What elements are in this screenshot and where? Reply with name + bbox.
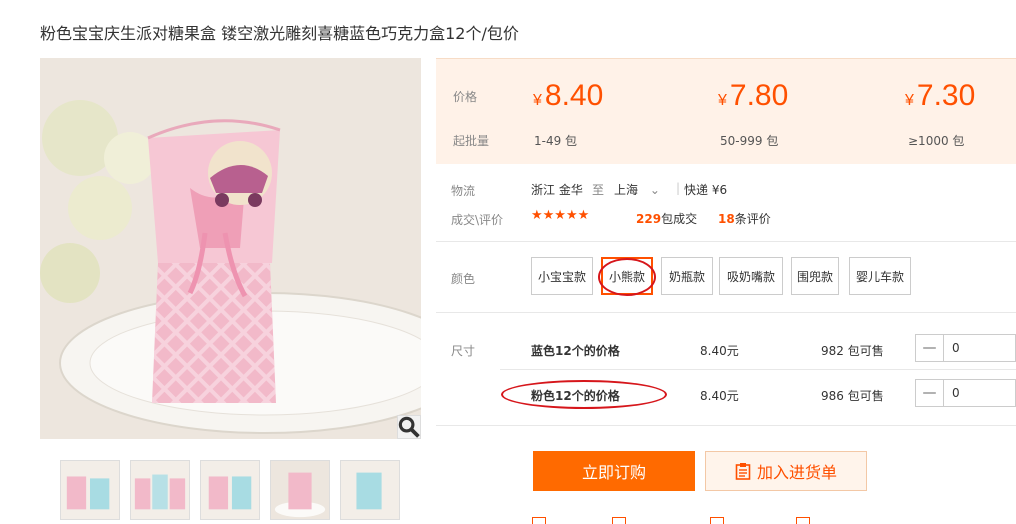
service-icon (532, 517, 546, 524)
price-label: 价格 (453, 90, 478, 104)
sold-count: 229 (636, 212, 662, 226)
magnifier-icon (398, 416, 420, 438)
price-tier-1: ¥8.40 (533, 79, 603, 113)
price-tier-3: ¥7.30 (905, 79, 975, 113)
service-icon (796, 517, 810, 524)
thumbnail-image (131, 461, 189, 519)
thumbnail-strip (60, 460, 400, 520)
ship-from: 浙江 金华 (531, 183, 583, 197)
currency-symbol: ¥ (905, 92, 914, 109)
quantity-stepper: — 0 (915, 379, 1016, 407)
sku-name: 蓝色12个的价格 (531, 344, 620, 358)
destination-value: 上海 (614, 183, 639, 197)
thumbnail-5[interactable] (340, 460, 400, 520)
min-quantity-label: 起批量 (453, 134, 490, 148)
color-option-pacifier[interactable]: 吸奶嘴款 (719, 257, 783, 295)
divider (436, 312, 1016, 313)
thumbnail-image (341, 461, 399, 519)
color-option-bear[interactable]: 小熊款 (601, 257, 653, 295)
quantity-input[interactable]: 0 (944, 341, 1015, 355)
sold-summary[interactable]: 229包成交 (636, 210, 697, 227)
to-word: 至 (592, 183, 605, 197)
service-icons-strip (440, 516, 880, 524)
chevron-down-icon: ⌄ (649, 183, 660, 197)
price-panel: 价格 起批量 ¥8.40 ¥7.80 ¥7.30 1-49 包 50-999 包… (436, 58, 1016, 164)
thumbnail-image (201, 461, 259, 519)
quantity-stepper: — 0 (915, 334, 1016, 362)
thumbnail-image (271, 461, 329, 519)
batch-range-3: ≥1000 包 (908, 134, 965, 148)
review-summary[interactable]: 18条评价 (718, 210, 771, 227)
add-to-cart-label: 加入进货单 (756, 463, 837, 482)
price-tier-2: ¥7.80 (718, 79, 788, 113)
sold-text: 包成交 (661, 212, 698, 226)
decrement-button[interactable]: — (916, 380, 944, 406)
currency-symbol: ¥ (718, 92, 727, 109)
sku-price: 8.40元 (700, 344, 739, 358)
color-option-bib[interactable]: 围兜款 (791, 257, 839, 295)
thumbnail-4[interactable] (270, 460, 330, 520)
service-icon (710, 517, 724, 524)
price-value: 7.30 (916, 79, 976, 112)
review-text: 条评价 (734, 212, 771, 226)
service-icon (612, 517, 626, 524)
batch-range-2: 50-999 包 (720, 134, 779, 148)
ship-destination-select[interactable]: 上海 ⌄ (614, 181, 660, 198)
zoom-button[interactable] (397, 415, 421, 439)
separator: | (676, 181, 681, 195)
price-value: 8.40 (544, 79, 604, 112)
currency-symbol: ¥ (533, 92, 542, 109)
divider (500, 369, 1016, 370)
batch-range-1: 1-49 包 (534, 134, 578, 148)
sku-stock: 982 包可售 (821, 344, 884, 358)
thumbnail-1[interactable] (60, 460, 120, 520)
add-to-cart-button[interactable]: 加入进货单 (705, 451, 867, 491)
thumbnail-image (61, 461, 119, 519)
color-option-stroller[interactable]: 婴儿车款 (849, 257, 911, 295)
divider (436, 241, 1016, 242)
color-label: 颜色 (451, 272, 476, 286)
color-option-baby[interactable]: 小宝宝款 (531, 257, 593, 295)
gift-box-photo (40, 58, 421, 439)
thumbnail-3[interactable] (200, 460, 260, 520)
sku-stock: 986 包可售 (821, 389, 884, 403)
divider (436, 425, 1016, 426)
star-rating: ★★★★★ (531, 208, 590, 223)
thumbnail-2[interactable] (130, 460, 190, 520)
size-label: 尺寸 (451, 344, 476, 358)
logistics-label: 物流 (451, 184, 476, 198)
reviews-label: 成交\评价 (451, 213, 504, 227)
sku-name: 粉色12个的价格 (531, 389, 620, 403)
express-fee: 快递 ¥6 (684, 183, 728, 197)
main-product-image[interactable] (40, 58, 421, 439)
price-value: 7.80 (729, 79, 789, 112)
review-count: 18 (718, 212, 735, 226)
sku-price: 8.40元 (700, 389, 739, 403)
product-title: 粉色宝宝庆生派对糖果盒 镂空激光雕刻喜糖蓝色巧克力盒12个/包价 (40, 24, 519, 43)
clipboard-icon (735, 463, 751, 480)
buy-now-button[interactable]: 立即订购 (533, 451, 695, 491)
decrement-button[interactable]: — (916, 335, 944, 361)
color-option-bottle[interactable]: 奶瓶款 (661, 257, 713, 295)
quantity-input[interactable]: 0 (944, 386, 1015, 400)
